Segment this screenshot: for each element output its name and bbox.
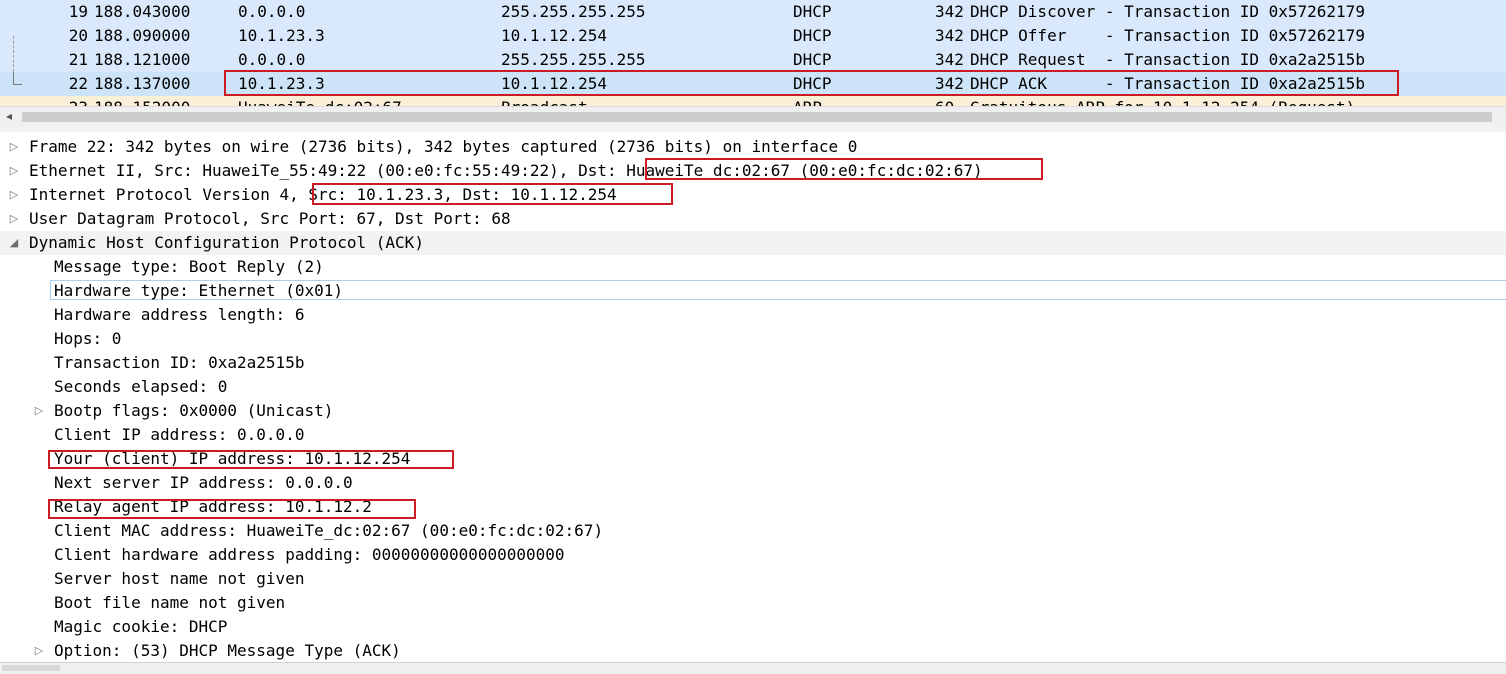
tree-field-label: Client hardware address padding: 0000000… bbox=[54, 545, 565, 564]
tree-field-label: Seconds elapsed: 0 bbox=[54, 377, 228, 396]
packet-length: 60 bbox=[935, 96, 954, 106]
packet-source: 0.0.0.0 bbox=[238, 50, 306, 69]
packet-row[interactable]: 19 188.043000 0.0.0.0 255.255.255.255 DH… bbox=[0, 0, 1506, 24]
packet-length: 342 bbox=[935, 2, 964, 21]
packet-length: 342 bbox=[935, 50, 964, 69]
tree-field-label: Bootp flags: 0x0000 (Unicast) bbox=[54, 401, 334, 420]
tree-field-hw-addr-length[interactable]: Hardware address length: 6 bbox=[0, 303, 1506, 327]
tree-field-label: Next server IP address: 0.0.0.0 bbox=[54, 473, 353, 492]
expand-arrow-icon[interactable]: ▷ bbox=[33, 399, 45, 423]
expand-arrow-icon[interactable]: ▷ bbox=[8, 135, 20, 159]
highlight-box-selected-packet bbox=[224, 70, 1399, 96]
expand-arrow-icon[interactable]: ▷ bbox=[33, 639, 45, 662]
tree-field-hw-padding[interactable]: Client hardware address padding: 0000000… bbox=[0, 543, 1506, 567]
packet-info: DHCP Discover - Transaction ID 0x5726217… bbox=[970, 2, 1365, 21]
tree-item-dhcp[interactable]: ◢ Dynamic Host Configuration Protocol (A… bbox=[0, 231, 1506, 255]
tree-field-label: Hardware address length: 6 bbox=[54, 305, 305, 324]
tree-field-label: Magic cookie: DHCP bbox=[54, 617, 228, 636]
packet-number: 21 bbox=[68, 50, 88, 69]
tree-field-client-mac[interactable]: Client MAC address: HuaweiTe_dc:02:67 (0… bbox=[0, 519, 1506, 543]
bottom-scrollbar-thumb[interactable] bbox=[2, 665, 60, 671]
highlight-box-ip-src-dst bbox=[312, 183, 673, 205]
tree-field-label: Server host name not given bbox=[54, 569, 305, 588]
tree-field-label: Transaction ID: 0xa2a2515b bbox=[54, 353, 305, 372]
packet-source: HuaweiTe_dc:02:67 bbox=[238, 96, 402, 106]
tree-item-label: Frame 22: 342 bytes on wire (2736 bits),… bbox=[29, 137, 858, 156]
packet-protocol: DHCP bbox=[793, 50, 832, 69]
tree-field-label: Boot file name not given bbox=[54, 593, 286, 612]
bottom-scrollbar[interactable] bbox=[0, 662, 1506, 674]
tree-field-label: Client IP address: 0.0.0.0 bbox=[54, 425, 305, 444]
expand-arrow-icon[interactable]: ▷ bbox=[8, 159, 20, 183]
tree-item-label: User Datagram Protocol, Src Port: 67, Ds… bbox=[29, 209, 511, 228]
tree-field-label: Message type: Boot Reply (2) bbox=[54, 257, 324, 276]
tree-field-transaction-id[interactable]: Transaction ID: 0xa2a2515b bbox=[0, 351, 1506, 375]
tree-field-option-53[interactable]: ▷ Option: (53) DHCP Message Type (ACK) bbox=[0, 639, 1506, 662]
packet-destination: 255.255.255.255 bbox=[501, 2, 646, 21]
packet-destination: Broadcast bbox=[501, 96, 588, 106]
packet-row[interactable]: 20 188.090000 10.1.23.3 10.1.12.254 DHCP… bbox=[0, 24, 1506, 48]
tree-field-message-type[interactable]: Message type: Boot Reply (2) bbox=[0, 255, 1506, 279]
scroll-left-icon[interactable]: ◂ bbox=[6, 109, 12, 123]
tree-field-magic-cookie[interactable]: Magic cookie: DHCP bbox=[0, 615, 1506, 639]
packet-protocol: DHCP bbox=[793, 26, 832, 45]
packet-length: 342 bbox=[935, 26, 964, 45]
packet-source: 10.1.23.3 bbox=[238, 26, 325, 45]
tree-field-bootp-flags[interactable]: ▷ Bootp flags: 0x0000 (Unicast) bbox=[0, 399, 1506, 423]
tree-item-udp[interactable]: ▷ User Datagram Protocol, Src Port: 67, … bbox=[0, 207, 1506, 231]
highlight-box-your-ip bbox=[48, 450, 454, 469]
packet-destination: 10.1.12.254 bbox=[501, 26, 607, 45]
packet-row[interactable]: 21 188.121000 0.0.0.0 255.255.255.255 DH… bbox=[0, 48, 1506, 72]
expand-arrow-icon[interactable]: ▷ bbox=[8, 207, 20, 231]
tree-field-hops[interactable]: Hops: 0 bbox=[0, 327, 1506, 351]
packet-source: 0.0.0.0 bbox=[238, 2, 306, 21]
highlight-box-ethernet-dst bbox=[645, 158, 1043, 180]
packet-time: 188.090000 bbox=[94, 26, 191, 45]
tree-field-seconds-elapsed[interactable]: Seconds elapsed: 0 bbox=[0, 375, 1506, 399]
tree-field-label: Client MAC address: HuaweiTe_dc:02:67 (0… bbox=[54, 521, 604, 540]
related-packet-marker bbox=[13, 72, 22, 85]
packet-number: 23 bbox=[40, 96, 88, 106]
packet-number: 22 bbox=[68, 74, 88, 93]
packet-details-tree: ▷ Frame 22: 342 bytes on wire (2736 bits… bbox=[0, 135, 1506, 662]
highlight-box-relay-agent-ip bbox=[48, 499, 416, 519]
tree-field-label: Option: (53) DHCP Message Type (ACK) bbox=[54, 641, 401, 660]
packet-row[interactable]: 23 188.152000 HuaweiTe_dc:02:67 Broadcas… bbox=[0, 96, 1506, 106]
packet-time: 188.121000 bbox=[94, 50, 191, 69]
tree-field-client-ip[interactable]: Client IP address: 0.0.0.0 bbox=[0, 423, 1506, 447]
packet-time: 188.152000 bbox=[94, 96, 190, 106]
tree-field-label: Hardware type: Ethernet (0x01) bbox=[54, 281, 343, 300]
horizontal-scrollbar[interactable]: ◂ bbox=[0, 106, 1506, 128]
packet-destination: 255.255.255.255 bbox=[501, 50, 646, 69]
tree-item-ip[interactable]: ▷ Internet Protocol Version 4, Src: 10.1… bbox=[0, 183, 1506, 207]
tree-field-hardware-type[interactable]: Hardware type: Ethernet (0x01) bbox=[0, 279, 1506, 303]
scrollbar-thumb[interactable] bbox=[22, 112, 1492, 122]
packet-protocol: ARP bbox=[793, 96, 822, 106]
tree-field-boot-file[interactable]: Boot file name not given bbox=[0, 591, 1506, 615]
tree-item-frame[interactable]: ▷ Frame 22: 342 bytes on wire (2736 bits… bbox=[0, 135, 1506, 159]
related-packet-line bbox=[13, 36, 14, 72]
pane-splitter[interactable] bbox=[0, 127, 1506, 132]
packet-time: 188.137000 bbox=[94, 74, 191, 93]
tree-field-server-host[interactable]: Server host name not given bbox=[0, 567, 1506, 591]
packet-info: DHCP Offer - Transaction ID 0x57262179 bbox=[970, 26, 1365, 45]
tree-item-label: Dynamic Host Configuration Protocol (ACK… bbox=[29, 233, 424, 252]
packet-protocol: DHCP bbox=[793, 2, 832, 21]
packet-number: 20 bbox=[68, 26, 88, 45]
packet-list: 19 188.043000 0.0.0.0 255.255.255.255 DH… bbox=[0, 0, 1506, 106]
collapse-arrow-icon[interactable]: ◢ bbox=[8, 231, 20, 255]
packet-info: Gratuitous ARP for 10.1.12.254 (Request) bbox=[970, 96, 1355, 106]
expand-arrow-icon[interactable]: ▷ bbox=[8, 183, 20, 207]
tree-field-label: Hops: 0 bbox=[54, 329, 122, 348]
packet-time: 188.043000 bbox=[94, 2, 191, 21]
tree-field-next-server-ip[interactable]: Next server IP address: 0.0.0.0 bbox=[0, 471, 1506, 495]
packet-number: 19 bbox=[68, 2, 88, 21]
packet-info: DHCP Request - Transaction ID 0xa2a2515b bbox=[970, 50, 1365, 69]
